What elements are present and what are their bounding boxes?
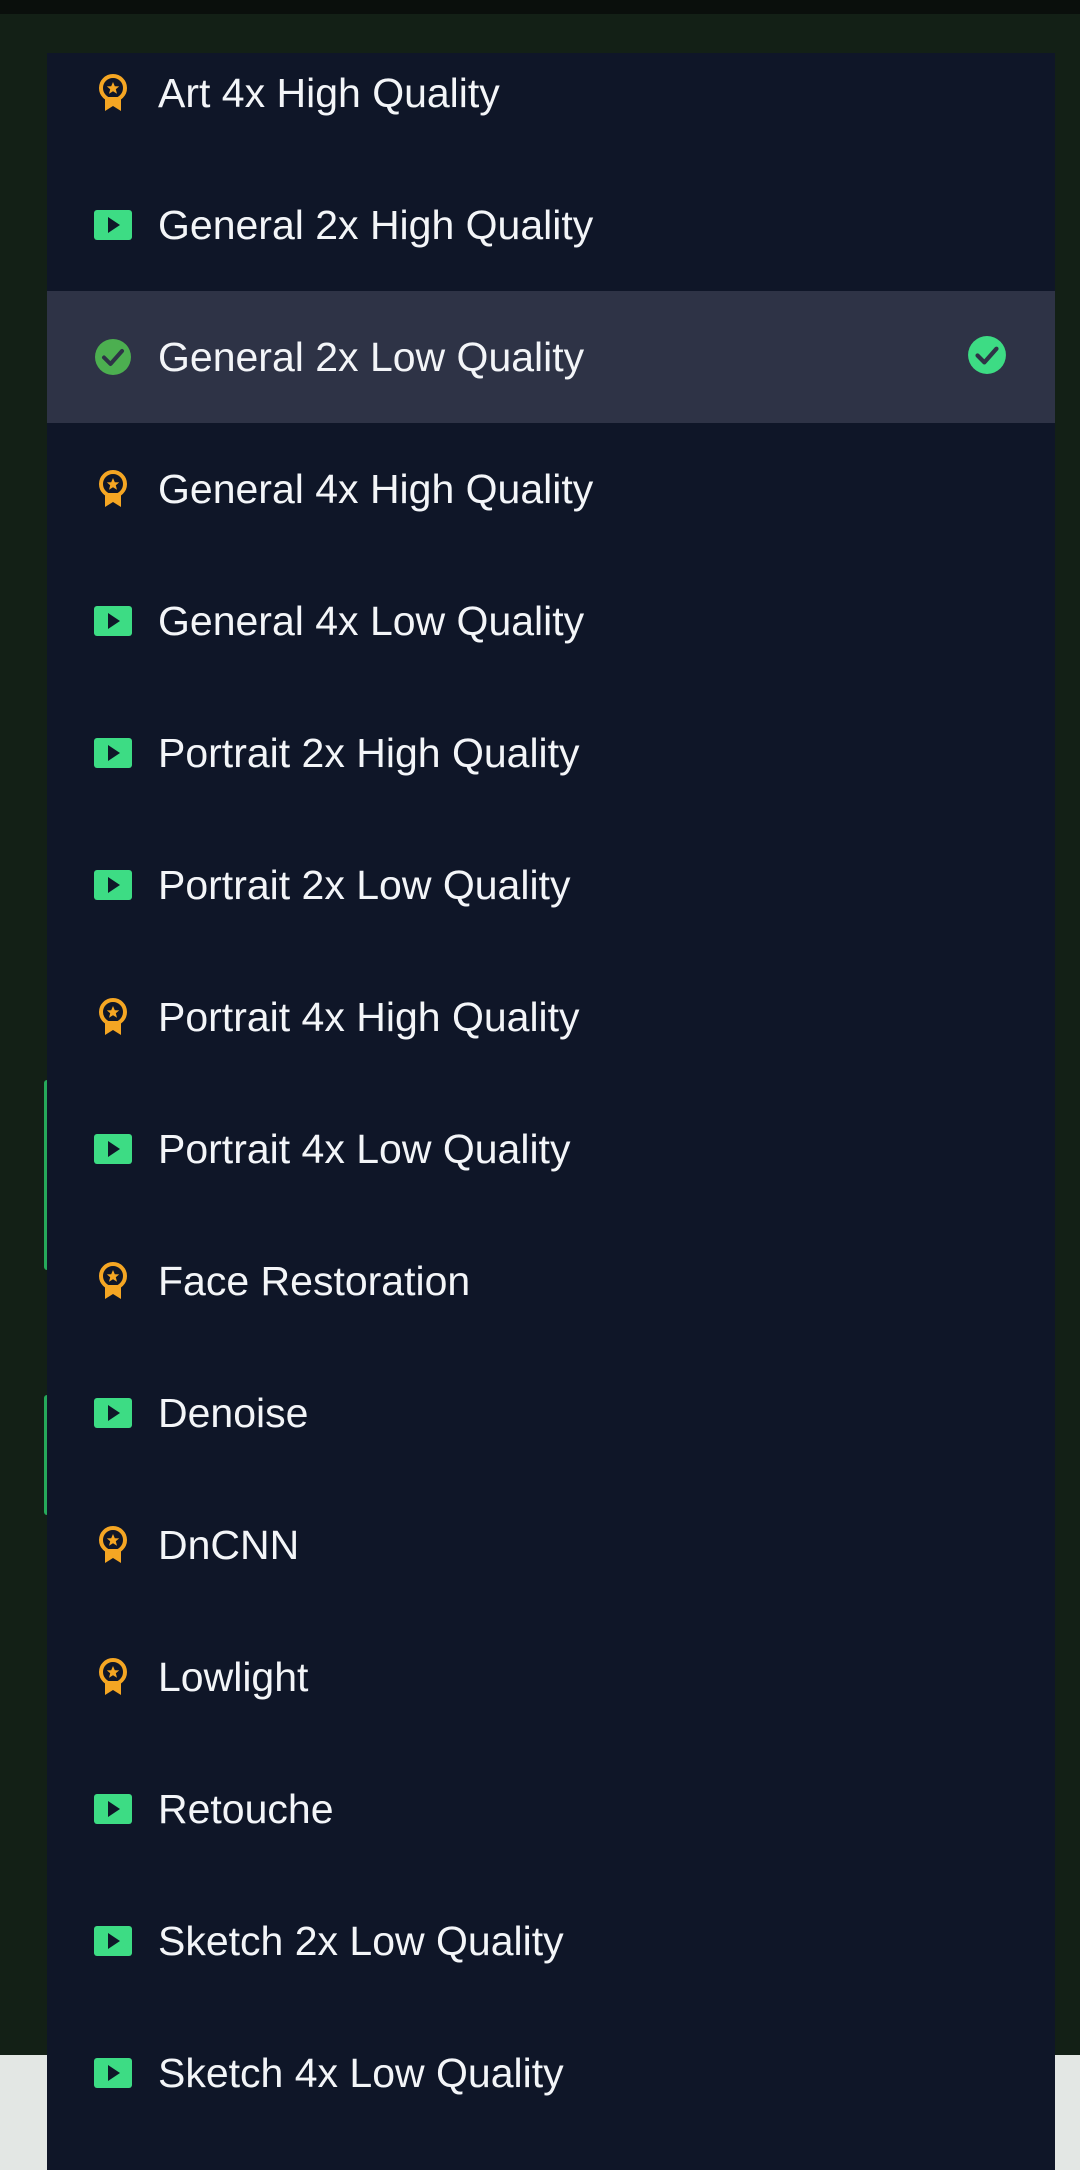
menu-item-label: General 2x High Quality: [158, 201, 594, 248]
menu-item[interactable]: Lowlight: [47, 1611, 1055, 1743]
play-icon: [92, 1392, 134, 1434]
menu-item-label: General 2x Low Quality: [158, 333, 585, 380]
menu-item[interactable]: Denoise: [47, 1347, 1055, 1479]
menu-item-label: Portrait 4x High Quality: [158, 993, 580, 1040]
menu-item-label: General 4x Low Quality: [158, 597, 585, 644]
menu-item-label: Portrait 2x Low Quality: [158, 861, 571, 908]
play-icon: [92, 1128, 134, 1170]
model-dropdown-menu: Art 4x High Quality General 2x High Qual…: [47, 53, 1055, 2170]
menu-item[interactable]: General 4x Low Quality: [47, 555, 1055, 687]
award-badge-icon: [92, 1260, 134, 1302]
play-icon: [92, 1788, 134, 1830]
play-icon: [92, 600, 134, 642]
menu-item-label: Lowlight: [158, 1653, 309, 1700]
play-icon: [92, 1920, 134, 1962]
menu-item-label: Portrait 2x High Quality: [158, 729, 580, 776]
menu-item[interactable]: Art 4x High Quality: [47, 53, 1055, 159]
menu-item[interactable]: Portrait 2x High Quality: [47, 687, 1055, 819]
menu-item[interactable]: Portrait 2x Low Quality: [47, 819, 1055, 951]
menu-item-label: Denoise: [158, 1389, 309, 1436]
play-icon: [92, 204, 134, 246]
check-circle-icon: [92, 336, 134, 378]
menu-item-label: DnCNN: [158, 1521, 300, 1568]
play-icon: [92, 732, 134, 774]
award-badge-icon: [92, 72, 134, 114]
award-badge-icon: [92, 1656, 134, 1698]
menu-item-label: Retouche: [158, 1785, 334, 1832]
menu-item[interactable]: Portrait 4x Low Quality: [47, 1083, 1055, 1215]
menu-item[interactable]: Sketch 2x Low Quality: [47, 1875, 1055, 2007]
menu-item-label: General 4x High Quality: [158, 465, 594, 512]
menu-item-label: Sketch 2x Low Quality: [158, 1917, 564, 1964]
menu-item-label: Face Restoration: [158, 1257, 471, 1304]
menu-item-selected[interactable]: General 2x Low Quality: [47, 291, 1055, 423]
menu-item[interactable]: Retouche: [47, 1743, 1055, 1875]
menu-item[interactable]: General 4x High Quality: [47, 423, 1055, 555]
award-badge-icon: [92, 996, 134, 1038]
award-badge-icon: [92, 1524, 134, 1566]
award-badge-icon: [92, 468, 134, 510]
menu-item[interactable]: DnCNN: [47, 1479, 1055, 1611]
selected-check-icon: [967, 335, 1011, 379]
play-icon: [92, 2052, 134, 2094]
menu-item-label: Portrait 4x Low Quality: [158, 1125, 571, 1172]
menu-item[interactable]: Portrait 4x High Quality: [47, 951, 1055, 1083]
menu-item[interactable]: Face Restoration: [47, 1215, 1055, 1347]
menu-item-label: Sketch 4x Low Quality: [158, 2049, 564, 2096]
play-icon: [92, 864, 134, 906]
menu-item[interactable]: General 2x High Quality: [47, 159, 1055, 291]
menu-item-label: Art 4x High Quality: [158, 69, 500, 116]
status-bar: [0, 0, 1080, 14]
menu-item[interactable]: Sketch 4x Low Quality: [47, 2007, 1055, 2139]
